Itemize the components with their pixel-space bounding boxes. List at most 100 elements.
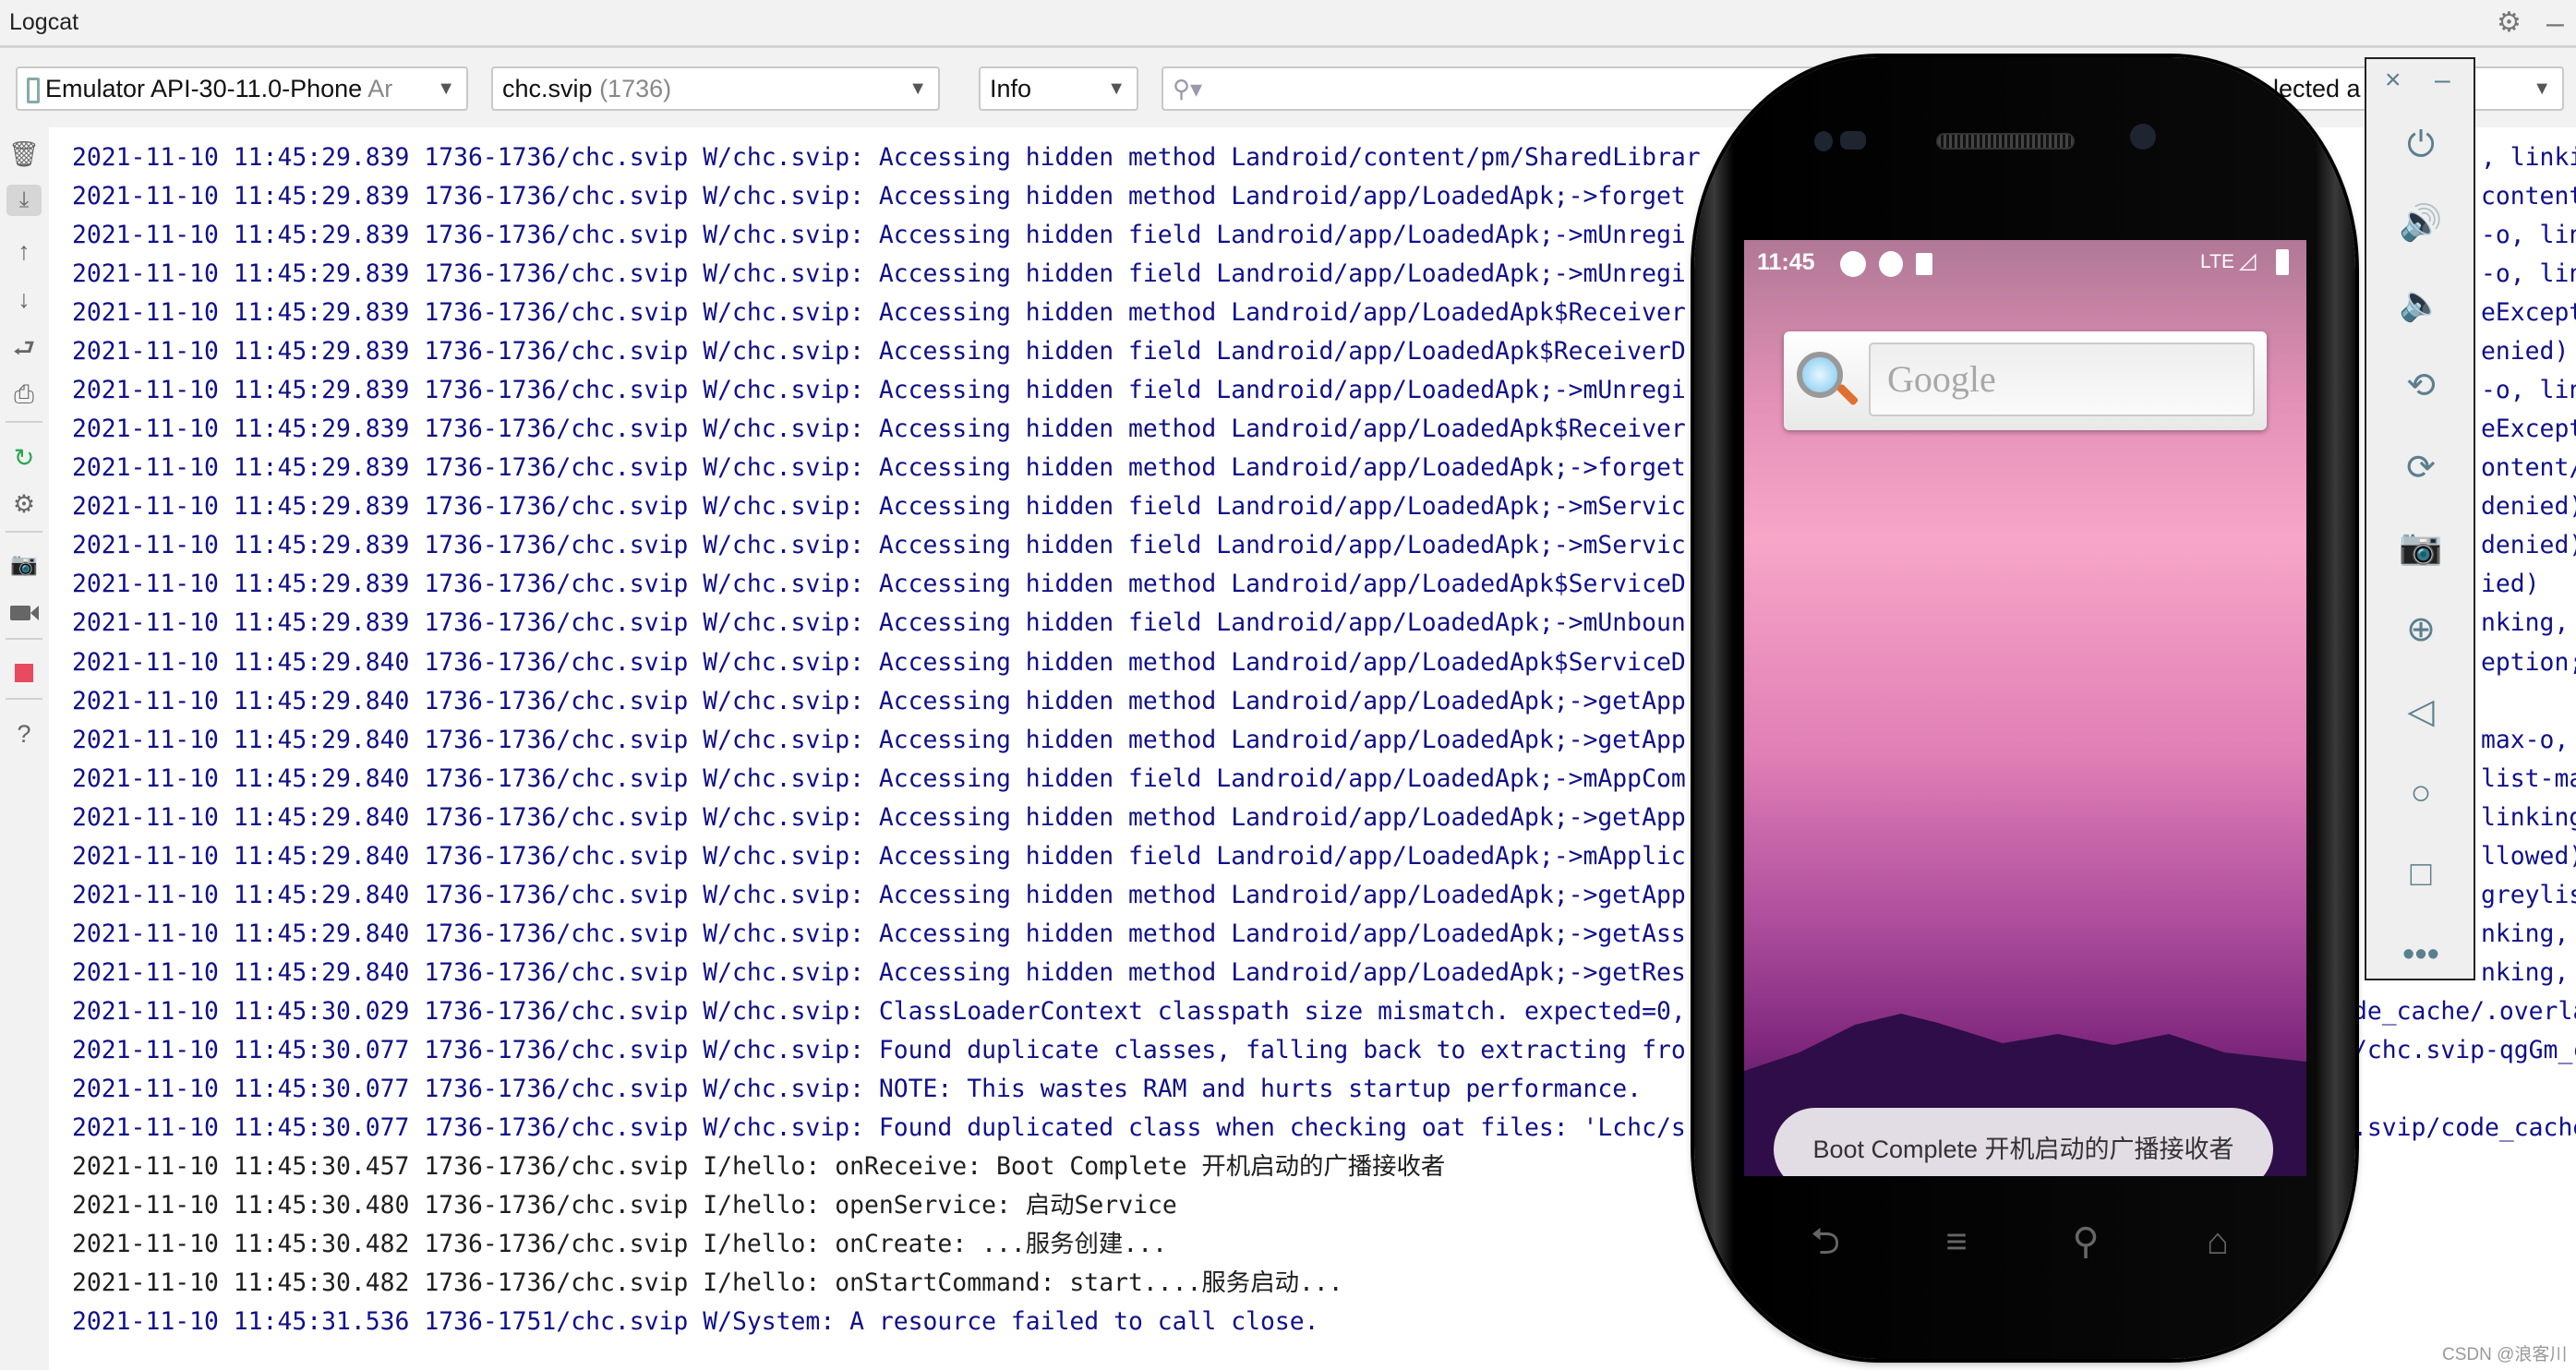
- log-line: 2021-11-10 11:45:29.840 1736-1736/chc.sv…: [72, 686, 1686, 715]
- log-line: 2021-11-10 11:45:30.029 1736-1736/chc.sv…: [72, 996, 1686, 1026]
- close-icon[interactable]: ×: [2385, 65, 2401, 96]
- process-dropdown[interactable]: chc.svip (1736) ▼: [491, 66, 940, 111]
- device-name: Emulator API-30-11.0-Phone: [45, 75, 363, 102]
- minimize-icon[interactable]: –: [2435, 65, 2450, 96]
- front-camera: [2130, 124, 2156, 150]
- log-line: 2021-11-10 11:45:29.840 1736-1736/chc.sv…: [72, 957, 1686, 987]
- log-line: 2021-11-10 11:45:29.839 1736-1736/chc.sv…: [72, 492, 1686, 522]
- log-line: 2021-11-10 11:45:30.480 1736-1736/chc.sv…: [72, 1191, 1177, 1220]
- camera-icon[interactable]: 📷: [2398, 524, 2444, 571]
- toast-message: Boot Complete 开机启动的广播接收者: [1774, 1108, 2273, 1176]
- log-line-continuation: nking,: [2481, 608, 2570, 638]
- screenshot-icon[interactable]: 📷: [8, 549, 40, 581]
- sd-card-icon: [1916, 253, 1932, 275]
- log-line: 2021-11-10 11:45:30.077 1736-1736/chc.sv…: [72, 1074, 1643, 1103]
- home-icon[interactable]: ○: [2398, 770, 2444, 816]
- volume-down-icon[interactable]: 🔈: [2398, 281, 2444, 327]
- log-line: 2021-11-10 11:45:29.840 1736-1736/chc.sv…: [72, 763, 1686, 793]
- log-line-continuation: max-o,: [2481, 725, 2570, 754]
- trash-icon[interactable]: 🗑: [8, 138, 40, 170]
- screen-record-icon[interactable]: [8, 597, 40, 629]
- magnifier-icon: [1797, 352, 1843, 398]
- emulator-screen[interactable]: 11:45 LTE ◿ Google Boot Complete 开机启动的广播…: [1744, 240, 2306, 1176]
- back-button[interactable]: ⮌: [1798, 1219, 1853, 1265]
- chevron-down-icon: ▼: [909, 78, 927, 99]
- print-icon[interactable]: ⎙: [8, 379, 40, 410]
- power-icon[interactable]: ⏻: [2398, 122, 2444, 168]
- device-name-suffix: Ar: [367, 75, 393, 102]
- signal-icon: ◿: [2239, 248, 2257, 273]
- zoom-icon[interactable]: ⊕: [2398, 607, 2444, 653]
- up-arrow-icon[interactable]: ↑: [8, 235, 40, 267]
- log-line: 2021-11-10 11:45:30.482 1736-1736/chc.sv…: [72, 1230, 1167, 1259]
- minimize-icon[interactable]: –: [2546, 7, 2564, 39]
- notification-icon: [1840, 251, 1866, 277]
- device-dropdown[interactable]: Emulator API-30-11.0-Phone Ar ▼: [16, 66, 468, 111]
- log-line-continuation: de_cache/.overla: [2353, 996, 2576, 1026]
- log-line: 2021-11-10 11:45:29.839 1736-1736/chc.sv…: [72, 376, 1686, 405]
- log-line-continuation: -o, lin: [2481, 259, 2576, 289]
- log-line-continuation: eExcept: [2481, 415, 2576, 444]
- log-line-continuation: enied): [2481, 337, 2570, 367]
- magnifier-handle: [1836, 383, 1860, 406]
- log-line-continuation: ontent/: [2481, 453, 2576, 483]
- earpiece: [1936, 133, 2075, 150]
- menu-button[interactable]: ≡: [1929, 1219, 1984, 1265]
- home-button[interactable]: ⌂: [2190, 1219, 2245, 1265]
- volume-up-icon[interactable]: 🔊: [2398, 200, 2444, 246]
- status-bar: 11:45 LTE ◿: [1744, 240, 2306, 284]
- chevron-down-icon: ▼: [437, 78, 455, 99]
- settings-icon[interactable]: ⚙: [8, 488, 40, 520]
- log-line: 2021-11-10 11:45:29.839 1736-1736/chc.sv…: [72, 182, 1686, 211]
- log-line-continuation: nking,: [2481, 919, 2570, 948]
- log-line-continuation: llowed): [2481, 841, 2576, 871]
- soft-wrap-icon[interactable]: ⮐: [8, 332, 40, 364]
- device-icon: [27, 77, 40, 103]
- restart-icon[interactable]: ↻: [8, 442, 40, 474]
- log-line: 2021-11-10 11:45:29.840 1736-1736/chc.sv…: [72, 647, 1686, 677]
- search-icon: ⚲▾: [1173, 75, 1203, 102]
- log-line-continuation: , linki: [2481, 143, 2576, 172]
- log-line: 2021-11-10 11:45:30.482 1736-1736/chc.sv…: [72, 1268, 1343, 1298]
- search-button[interactable]: ⚲: [2058, 1219, 2113, 1265]
- log-line: 2021-11-10 11:45:30.457 1736-1736/chc.sv…: [72, 1152, 1446, 1182]
- stop-icon[interactable]: [8, 657, 40, 689]
- rotate-left-icon[interactable]: ⟲: [2398, 363, 2444, 409]
- title-bar: Logcat ⚙ –: [0, 0, 2576, 48]
- log-line-continuation: /chc.svip-qgGm_c: [2353, 1035, 2576, 1064]
- overview-icon[interactable]: □: [2398, 851, 2444, 897]
- sensor: [1814, 131, 1833, 151]
- scroll-to-end-icon[interactable]: ⤓: [6, 185, 42, 216]
- log-line: 2021-11-10 11:45:29.839 1736-1736/chc.sv…: [72, 531, 1686, 560]
- log-line-continuation: greylist: [2481, 880, 2576, 909]
- help-icon[interactable]: ?: [8, 718, 40, 750]
- more-icon[interactable]: •••: [2398, 931, 2444, 978]
- divider: [6, 698, 42, 700]
- log-line: 2021-11-10 11:45:29.839 1736-1736/chc.sv…: [72, 415, 1686, 444]
- log-line: 2021-11-10 11:45:29.839 1736-1736/chc.sv…: [72, 259, 1686, 289]
- log-line-continuation: denied): [2481, 492, 2576, 522]
- google-search-widget[interactable]: Google: [1784, 331, 2267, 430]
- status-time: 11:45: [1757, 249, 1815, 275]
- log-line-continuation: linking: [2481, 802, 2576, 832]
- google-search-field[interactable]: Google: [1869, 342, 2255, 416]
- log-line: 2021-11-10 11:45:31.536 1736-1751/chc.sv…: [72, 1307, 1319, 1337]
- log-line-continuation: content: [2481, 182, 2576, 211]
- log-line: 2021-11-10 11:45:30.077 1736-1736/chc.sv…: [72, 1113, 1686, 1142]
- gear-icon[interactable]: ⚙: [2497, 9, 2522, 37]
- log-line: 2021-11-10 11:45:29.840 1736-1736/chc.sv…: [72, 919, 1686, 948]
- emulator-toolbar: × – ⏻ 🔊 🔈 ⟲ ⟳ 📷 ⊕ ◁ ○ □ •••: [2365, 57, 2475, 980]
- divider: [6, 421, 42, 423]
- log-line-continuation: ied): [2481, 570, 2540, 599]
- log-line: 2021-11-10 11:45:29.839 1736-1736/chc.sv…: [72, 337, 1686, 367]
- log-line-continuation: -o, lin: [2481, 221, 2576, 250]
- log-line-continuation: .svip/code_cache: [2353, 1113, 2576, 1142]
- process-pid: (1736): [599, 75, 672, 102]
- log-line-continuation: nking,: [2481, 957, 2570, 987]
- down-arrow-icon[interactable]: ↓: [8, 283, 40, 315]
- back-icon[interactable]: ◁: [2398, 689, 2444, 735]
- log-line: 2021-11-10 11:45:29.840 1736-1736/chc.sv…: [72, 802, 1686, 832]
- log-line: 2021-11-10 11:45:29.840 1736-1736/chc.sv…: [72, 880, 1686, 909]
- log-level-dropdown[interactable]: Info ▼: [979, 66, 1138, 111]
- rotate-right-icon[interactable]: ⟳: [2398, 445, 2444, 491]
